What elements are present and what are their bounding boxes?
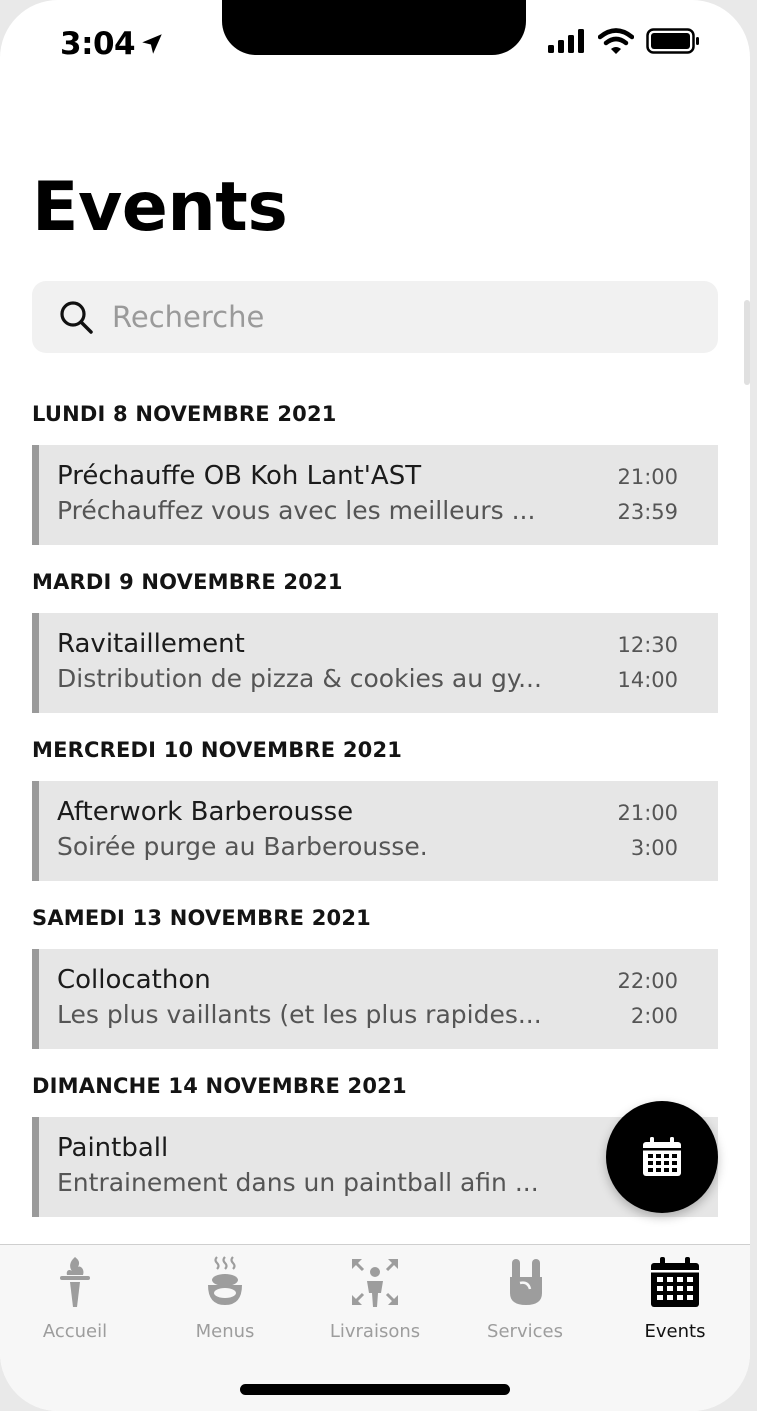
- cellular-signal-icon: [548, 29, 584, 53]
- event-start-time: 22:00: [617, 969, 678, 993]
- battery-icon: [646, 28, 699, 54]
- event-start-time: 21:00: [617, 801, 678, 825]
- food-bowl-icon: [208, 1256, 242, 1305]
- delivery-icon: [352, 1259, 398, 1307]
- event-description: Entrainement dans un paintball afin ...: [57, 1168, 539, 1197]
- tab-events[interactable]: Events: [600, 1255, 750, 1342]
- event-start-time: 12:30: [617, 633, 678, 657]
- search-input[interactable]: [110, 299, 674, 335]
- event-end-time: 3:00: [630, 836, 678, 860]
- search-bar[interactable]: [32, 281, 718, 353]
- camera-notch: [222, 0, 526, 55]
- event-description: Les plus vaillants (et les plus rapides.…: [57, 1000, 542, 1029]
- calendar-icon: [643, 1137, 681, 1176]
- scroll-indicator[interactable]: [744, 300, 750, 385]
- event-title: Ravitaillement: [57, 629, 245, 659]
- torch-icon: [60, 1257, 90, 1307]
- calendar-fab-button[interactable]: [606, 1101, 718, 1213]
- status-time-label: 3:04: [60, 26, 136, 62]
- home-indicator[interactable]: [240, 1384, 510, 1395]
- tab-label: Events: [644, 1321, 706, 1342]
- event-start-time: 21:00: [617, 465, 678, 489]
- calendar-icon: [651, 1257, 699, 1307]
- section-header-date: MARDI 9 NOVEMBRE 2021: [32, 570, 343, 594]
- event-end-time: 23:59: [617, 500, 678, 524]
- tab-label: Menus: [195, 1321, 255, 1342]
- event-card[interactable]: Collocathon Les plus vaillants (et les p…: [32, 949, 718, 1049]
- search-icon: [60, 301, 93, 334]
- event-title: Paintball: [57, 1133, 169, 1163]
- tab-accueil[interactable]: Accueil: [0, 1255, 150, 1342]
- wifi-icon: [598, 28, 634, 54]
- page-title: Events: [32, 168, 288, 247]
- section-header-date: DIMANCHE 14 NOVEMBRE 2021: [32, 1074, 407, 1098]
- section-header-date: MERCREDI 10 NOVEMBRE 2021: [32, 738, 403, 762]
- event-end-time: 14:00: [617, 668, 678, 692]
- event-title: Afterwork Barberousse: [57, 797, 354, 827]
- tab-menus[interactable]: Menus: [150, 1255, 300, 1342]
- location-arrow-icon: [142, 34, 162, 54]
- phone-screen: 3:04 Events LUNDI 8: [0, 0, 750, 1411]
- tab-label: Accueil: [42, 1321, 108, 1342]
- event-description: Préchauffez vous avec les meilleurs ...: [57, 496, 536, 525]
- event-title: Collocathon: [57, 965, 211, 995]
- status-indicators: [548, 28, 700, 54]
- status-time: 3:04: [60, 26, 165, 62]
- section-header-date: LUNDI 8 NOVEMBRE 2021: [32, 402, 337, 426]
- tab-services[interactable]: Services: [450, 1255, 600, 1342]
- event-card[interactable]: Préchauffe OB Koh Lant'AST Préchauffez v…: [32, 445, 718, 545]
- tab-label: Services: [487, 1321, 563, 1342]
- tab-livraisons[interactable]: Livraisons: [300, 1255, 450, 1342]
- section-header-date: SAMEDI 13 NOVEMBRE 2021: [32, 906, 371, 930]
- event-description: Distribution de pizza & cookies au gy...: [57, 664, 542, 693]
- event-end-time: 2:00: [630, 1004, 678, 1028]
- tab-label: Livraisons: [329, 1321, 421, 1342]
- event-description: Soirée purge au Barberousse.: [57, 832, 428, 861]
- rock-hand-icon: [510, 1259, 542, 1305]
- event-title: Préchauffe OB Koh Lant'AST: [57, 461, 422, 491]
- event-card[interactable]: Afterwork Barberousse Soirée purge au Ba…: [32, 781, 718, 881]
- event-card[interactable]: Ravitaillement Distribution de pizza & c…: [32, 613, 718, 713]
